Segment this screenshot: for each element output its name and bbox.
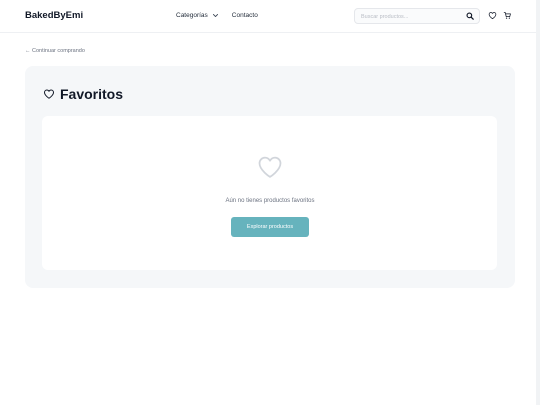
search-box [354, 8, 480, 24]
heart-icon [44, 89, 54, 99]
page-title: Favoritos [60, 86, 124, 102]
nav-item-label: Contacto [231, 12, 258, 19]
continue-shopping-link[interactable]: ← Continuar comprando [25, 48, 85, 54]
heart-icon[interactable] [488, 11, 497, 20]
search-input[interactable] [361, 12, 461, 21]
explore-products-button[interactable]: Explorar productos [231, 217, 309, 237]
top-header: BakedByEmi Categorías Contacto [0, 0, 536, 33]
chevron-down-icon [212, 14, 218, 17]
empty-heart-icon [258, 156, 282, 178]
nav-item-categorias[interactable]: Categorías [176, 12, 219, 19]
nav-item-label: Categorías [176, 12, 208, 19]
main-nav: Categorías Contacto [176, 12, 258, 19]
cart-icon[interactable] [503, 11, 512, 20]
page-title-row: Favoritos [43, 86, 123, 102]
nav-item-contacto[interactable]: Contacto [232, 12, 258, 19]
brand-logo[interactable]: BakedByEmi [25, 10, 83, 21]
search-icon[interactable] [466, 12, 474, 20]
empty-state-message: Aún no tienes productos favoritos [225, 198, 315, 204]
empty-state-card [42, 116, 497, 270]
